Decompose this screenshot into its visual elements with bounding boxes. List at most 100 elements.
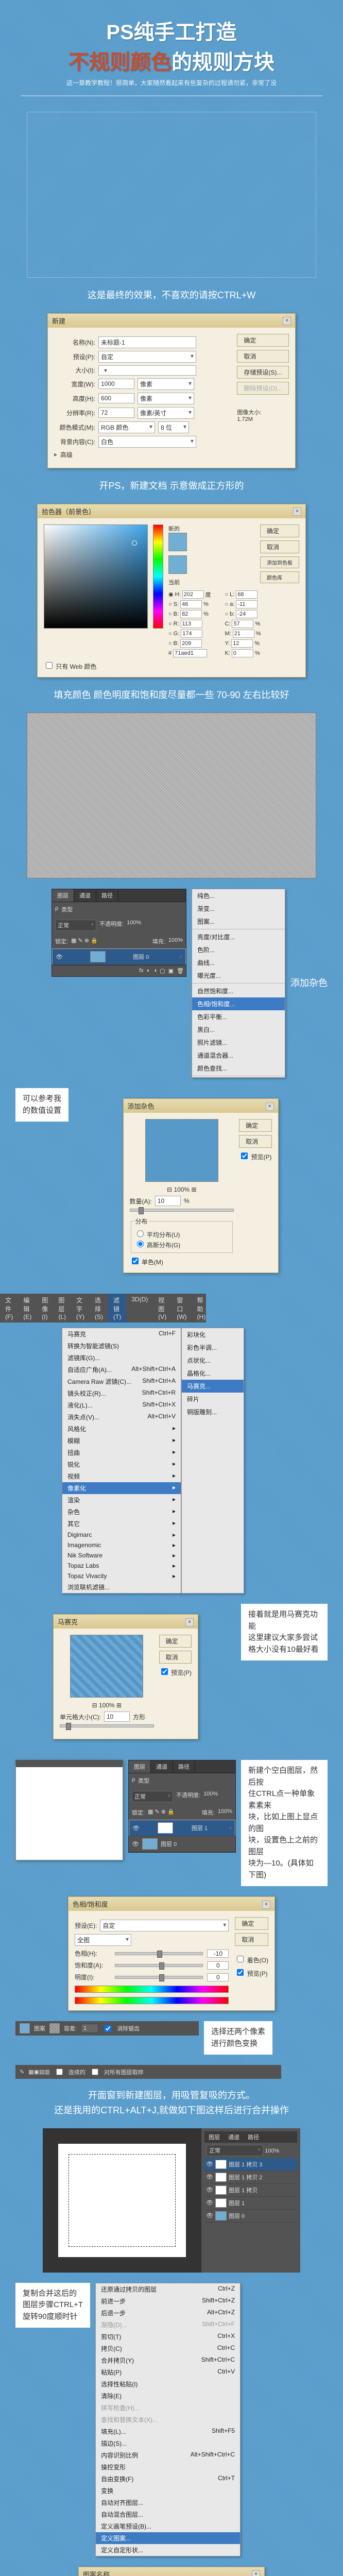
blend-mode-select[interactable]: 正常 [207, 2145, 263, 2156]
resolution-unit[interactable]: 像素/英寸 [138, 407, 194, 419]
tab-channels[interactable]: 通道 [74, 889, 96, 902]
layer-row[interactable]: 👁图层 1 [204, 2197, 297, 2210]
advanced-toggle[interactable]: 高级 [60, 450, 73, 459]
width-input[interactable]: 1000 [98, 379, 134, 389]
range-select[interactable]: 全图 [75, 1934, 131, 1946]
menu-item[interactable]: 镜头校正(R)...Shift+Ctrl+R [62, 1387, 181, 1399]
k-input[interactable]: 0 [232, 649, 253, 657]
c-input[interactable]: 57 [232, 620, 253, 628]
menu-item[interactable]: 碎片 [182, 1393, 244, 1405]
layer-row[interactable]: 👁图层 0 [129, 1836, 235, 1852]
menu-item[interactable]: 模糊▸ [62, 1435, 181, 1447]
tab-layers[interactable]: 图层 [204, 2131, 224, 2143]
mask-icon[interactable]: ◐ [147, 968, 150, 974]
preview-checkbox[interactable] [237, 1969, 244, 1976]
amount-slider[interactable] [130, 1209, 234, 1212]
preset-select[interactable]: 自定 [100, 1920, 229, 1931]
canvas[interactable] [58, 2144, 186, 2257]
uniform-radio[interactable] [137, 1230, 144, 1237]
blend-mode-select[interactable]: 正常 [132, 1791, 173, 1802]
layer-row[interactable]: 👁图层 0 [204, 2210, 297, 2223]
color-library-button[interactable]: 颜色库 [260, 571, 299, 583]
menubar-item[interactable]: 窗口(W) [172, 1294, 192, 1323]
menu-item[interactable]: 扭曲▸ [62, 1447, 181, 1459]
height-input[interactable]: 600 [98, 393, 134, 403]
menu-item[interactable]: 纯色... [192, 889, 285, 902]
web-only-checkbox[interactable] [46, 662, 53, 669]
tolerance-input[interactable]: 1 [81, 2024, 98, 2033]
menu-item[interactable]: 转换为智能滤镜(S) [62, 1340, 181, 1352]
menu-item[interactable]: 浏览联机滤镜... [62, 1581, 181, 1593]
menubar-item[interactable]: 帮助(H) [192, 1294, 211, 1323]
hue-slider[interactable] [153, 524, 163, 629]
pattern-swatch[interactable] [49, 2023, 60, 2033]
color-field[interactable] [44, 524, 148, 629]
menu-item[interactable]: 填充(L)...Shift+F5 [96, 2426, 240, 2437]
menu-item[interactable]: 渐变... [192, 902, 285, 915]
h-input[interactable]: 202 [182, 590, 204, 599]
transform-bounds[interactable] [68, 2154, 176, 2247]
menu-item[interactable]: 点状化... [182, 1354, 244, 1367]
menu-item[interactable]: 操控变形 [96, 2461, 240, 2473]
menu-item[interactable]: 视频▸ [62, 1470, 181, 1482]
hue-input[interactable]: -10 [207, 1950, 229, 1958]
menubar-item[interactable]: 图层(L) [53, 1294, 71, 1323]
close-icon[interactable]: × [252, 2570, 260, 2576]
menu-item[interactable]: 彩块化 [182, 1328, 244, 1341]
menu-item[interactable]: 自动对齐图层... [96, 2497, 240, 2509]
menubar-item[interactable]: 滤镜(T) [108, 1294, 126, 1323]
zoom-out-button[interactable]: ⊟ [167, 1186, 172, 1193]
r-input[interactable]: 113 [181, 620, 202, 628]
close-icon[interactable]: × [185, 1618, 194, 1626]
fx-icon[interactable]: fx [139, 968, 144, 974]
width-unit[interactable]: 像素 [138, 378, 194, 390]
menu-item[interactable]: 颜色查找... [192, 1062, 285, 1075]
save-preset-button[interactable]: 存储预设(S)... [237, 366, 289, 379]
saturation-input[interactable]: 0 [207, 1961, 229, 1970]
cancel-button[interactable]: 取消 [235, 1933, 268, 1946]
blue-input[interactable]: 209 [180, 639, 202, 648]
menu-item[interactable]: 马赛克... [182, 1380, 244, 1393]
preview-checkbox[interactable] [241, 1153, 248, 1159]
menu-item[interactable]: 照片滤镜... [192, 1036, 285, 1049]
cell-slider[interactable] [60, 1724, 154, 1727]
foreground-swatch[interactable] [20, 2023, 30, 2033]
m-input[interactable]: 21 [233, 630, 254, 638]
menu-item[interactable]: 内容识别比例Alt+Shift+Ctrl+C [96, 2449, 240, 2461]
tab-paths[interactable]: 路径 [173, 1760, 195, 1773]
menu-item[interactable]: Camera Raw 滤镜(C)...Shift+Ctrl+A [62, 1376, 181, 1387]
menu-item[interactable]: 锐化▸ [62, 1459, 181, 1470]
lab-b-input[interactable]: -24 [236, 610, 258, 618]
lightness-input[interactable]: 0 [207, 1973, 229, 1981]
menu-item[interactable]: 黑白... [192, 1023, 285, 1036]
tab-channels[interactable]: 通道 [224, 2131, 244, 2143]
menu-item[interactable]: 色相/饱和度... [192, 997, 285, 1010]
menu-item[interactable]: 渲染▸ [62, 1494, 181, 1506]
adjustment-icon[interactable]: ◑ [153, 968, 157, 974]
menu-item[interactable]: 自然饱和度... [192, 985, 285, 997]
contiguous-checkbox[interactable] [56, 2069, 63, 2075]
cancel-button[interactable]: 取消 [237, 350, 289, 363]
folder-icon[interactable]: ▢ [160, 968, 165, 974]
menubar-item[interactable]: 编辑(E) [18, 1294, 37, 1323]
menu-item[interactable]: 晶格化... [182, 1367, 244, 1380]
menubar-item[interactable]: 文字(Y) [71, 1294, 90, 1323]
blend-mode-select[interactable]: 正常 [55, 920, 96, 931]
close-icon[interactable]: × [293, 507, 301, 516]
tab-layers[interactable]: 图层 [129, 1760, 151, 1773]
menu-item[interactable]: 色彩平衡... [192, 1010, 285, 1023]
size-select[interactable] [98, 365, 196, 376]
visibility-icon[interactable]: 👁 [56, 954, 63, 960]
menu-item[interactable]: 还原通过拷贝的图层Ctrl+Z [96, 2283, 240, 2295]
menu-item[interactable]: 曲线... [192, 956, 285, 969]
layer-row[interactable]: 👁图层 1 [129, 1820, 235, 1836]
menu-item[interactable]: 描边(S)... [96, 2437, 240, 2449]
layer-row[interactable]: 👁图层 1 拷贝 2 [204, 2171, 297, 2184]
menu-item[interactable]: 马赛克Ctrl+F [62, 1328, 181, 1340]
gaussian-radio[interactable] [137, 1241, 144, 1247]
hue-slider[interactable] [115, 1952, 203, 1955]
menu-item[interactable]: 曝光度... [192, 969, 285, 982]
background-select[interactable]: 白色 [98, 436, 196, 448]
ok-button[interactable]: 确定 [239, 1119, 271, 1132]
menubar-item[interactable]: 选择(S) [90, 1294, 108, 1323]
